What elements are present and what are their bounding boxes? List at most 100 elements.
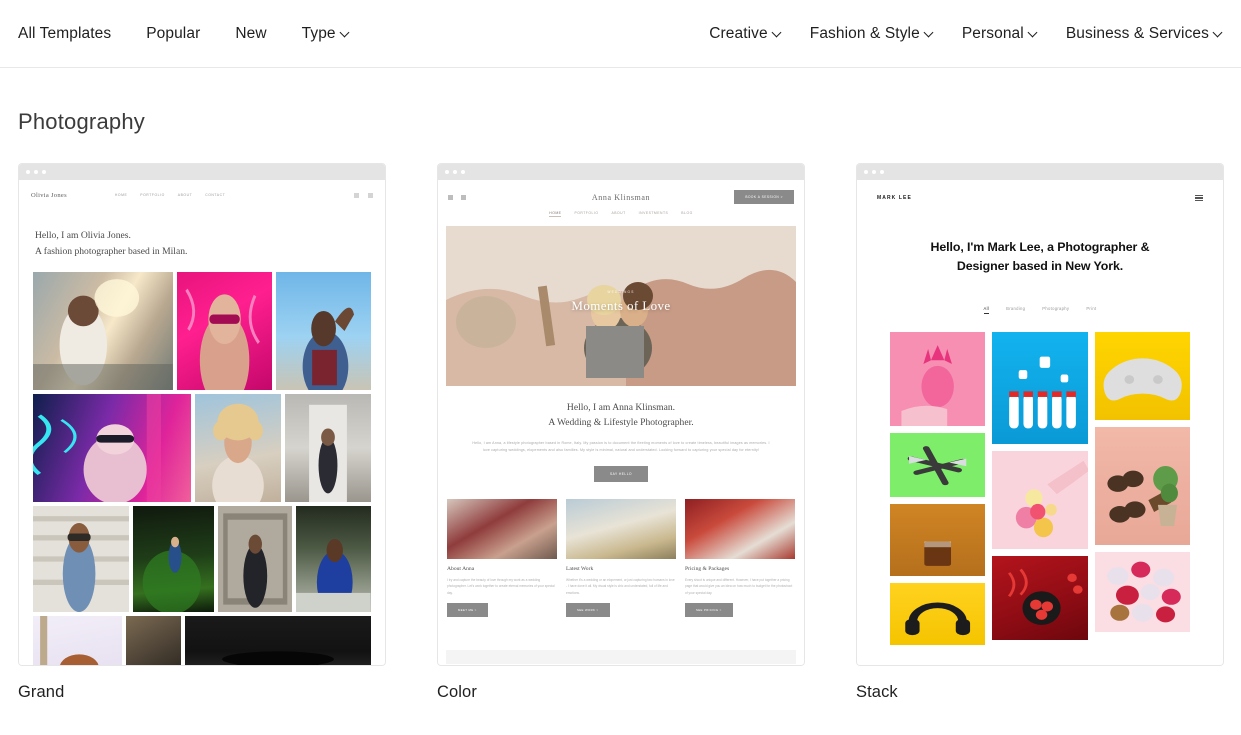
nav-item-new[interactable]: New — [235, 25, 266, 43]
mosaic-photo — [125, 615, 181, 665]
mosaic-row — [33, 271, 371, 390]
page-title: Photography — [18, 109, 145, 134]
about-heading-line-2: A Wedding & Lifestyle Photographer. — [548, 417, 694, 429]
mosaic-row — [33, 393, 371, 502]
nav-item-popular[interactable]: Popular — [146, 25, 200, 43]
nav-item-personal[interactable]: Personal — [962, 25, 1038, 43]
feature-column: About Anna I try and capture the beauty … — [447, 498, 557, 617]
preview-viewport: MARK LEE Hello, I'm Mark Lee, a Photogra… — [857, 180, 1223, 665]
preview-viewport: Olivia Jones HOME PORTFOLIO ABOUT CONTAC… — [19, 180, 385, 665]
portfolio-tile-dragonfruit — [1094, 552, 1190, 633]
hamburger-icon — [1195, 194, 1203, 202]
nav-item-business-services[interactable]: Business & Services — [1066, 25, 1223, 43]
nav-item-creative[interactable]: Creative — [709, 25, 782, 43]
mosaic-photo — [33, 505, 130, 612]
hero-kicker: WEDDINGS — [607, 290, 635, 294]
nav-label: New — [235, 24, 267, 42]
browser-preview-color[interactable]: Anna Klinsman BOOK A SESSION > HOME PORT… — [437, 163, 805, 666]
window-dot — [26, 170, 30, 174]
feature-button: SEE PRICING > — [685, 603, 733, 617]
nav-label: Fashion & Style — [809, 24, 920, 42]
mosaic-photo — [184, 615, 371, 665]
chevron-down-icon — [925, 28, 934, 37]
template-card-stack[interactable]: MARK LEE Hello, I'm Mark Lee, a Photogra… — [856, 163, 1224, 702]
filter-tab-all: All — [983, 306, 990, 315]
feature-title: Latest Work — [566, 565, 594, 572]
portfolio-tile-headphones — [890, 583, 986, 646]
preview-nav-links: HOME PORTFOLIO ABOUT CONTACT — [115, 193, 225, 197]
feature-thumb — [685, 498, 795, 559]
feature-title: Pricing & Packages — [685, 565, 730, 572]
portfolio-tile-pineapple — [890, 332, 986, 427]
preview-nav-link: ABOUT — [177, 193, 193, 197]
nav-item-all-templates[interactable]: All Templates — [18, 25, 111, 43]
chevron-down-icon — [1214, 28, 1223, 37]
preview-hero-text: Hello, I'm Mark Lee, a Photographer & De… — [930, 240, 1150, 274]
search-icon — [368, 192, 373, 198]
mosaic-row — [33, 615, 371, 665]
feature-thumb — [447, 498, 557, 559]
preview-feature-columns: About Anna I try and capture the beauty … — [438, 482, 804, 617]
preview-nav-link: PORTFOLIO — [140, 193, 165, 197]
mosaic-photo — [176, 271, 272, 390]
preview-brand: MARK LEE — [877, 195, 912, 201]
portfolio-tile-strawberries — [992, 556, 1088, 641]
hero-line-1: Hello, I am Olivia Jones. — [35, 230, 131, 241]
preview-portfolio-grid — [857, 314, 1223, 646]
nav-label: Popular — [146, 24, 201, 42]
say-hello-button: SAY HELLO — [594, 465, 648, 482]
feature-title: About Anna — [447, 565, 475, 572]
top-navigation-bar: All Templates Popular New Type Creative … — [0, 0, 1241, 68]
window-dot — [880, 170, 884, 174]
window-dot — [872, 170, 876, 174]
preview-site-nav: Olivia Jones HOME PORTFOLIO ABOUT CONTAC… — [19, 180, 385, 210]
nav-item-fashion-style[interactable]: Fashion & Style — [810, 25, 934, 43]
portfolio-column — [890, 332, 986, 646]
preview-photo-mosaic — [19, 260, 385, 665]
preview-hero-image: WEDDINGS Moments of Love — [446, 226, 796, 386]
preview-nav-link: HOME — [114, 193, 128, 197]
feature-thumb — [566, 498, 676, 559]
nav-item-type[interactable]: Type — [302, 25, 350, 43]
portfolio-column — [1094, 332, 1190, 645]
template-card-color[interactable]: Anna Klinsman BOOK A SESSION > HOME PORT… — [437, 163, 805, 702]
feature-column: Latest Work Whether it's a wedding or an… — [566, 498, 676, 617]
window-dot — [864, 170, 868, 174]
window-dot — [453, 170, 457, 174]
window-dot — [42, 170, 46, 174]
mosaic-photo — [133, 505, 214, 612]
filter-tab-branding: Branding — [1006, 306, 1026, 312]
preview-site-nav: MARK LEE — [857, 180, 1223, 216]
template-name-stack[interactable]: Stack — [856, 666, 1224, 702]
mosaic-photo — [33, 393, 192, 502]
mosaic-photo — [275, 271, 371, 390]
feature-button: SEE WORK > — [566, 603, 610, 617]
primary-nav-group: All Templates Popular New Type — [18, 25, 350, 43]
nav-label: All Templates — [18, 24, 112, 42]
template-grid: Olivia Jones HOME PORTFOLIO ABOUT CONTAC… — [0, 135, 1241, 702]
preview-brand: Olivia Jones — [31, 191, 67, 199]
preview-nav-link: CONTACT — [205, 193, 226, 197]
browser-preview-grand[interactable]: Olivia Jones HOME PORTFOLIO ABOUT CONTAC… — [18, 163, 386, 666]
preview-hero-text: Hello, I am Olivia Jones. A fashion phot… — [19, 210, 385, 260]
mosaic-photo — [285, 393, 371, 502]
portfolio-tile-citrus — [992, 451, 1088, 550]
window-dot — [461, 170, 465, 174]
portfolio-tile-bowling — [992, 332, 1088, 445]
template-card-grand[interactable]: Olivia Jones HOME PORTFOLIO ABOUT CONTAC… — [18, 163, 386, 702]
mosaic-photo — [33, 271, 173, 390]
portfolio-tile-gamepad — [1094, 332, 1190, 421]
preview-site-nav: Anna Klinsman BOOK A SESSION > — [438, 180, 804, 214]
hero-line-2: A fashion photographer based in Milan. — [35, 245, 188, 257]
template-name-grand[interactable]: Grand — [18, 666, 386, 702]
chevron-down-icon — [1029, 28, 1038, 37]
window-dot — [34, 170, 38, 174]
mosaic-photo — [33, 615, 122, 665]
template-name-color[interactable]: Color — [437, 666, 805, 702]
browser-chrome-bar — [857, 164, 1223, 180]
browser-preview-stack[interactable]: MARK LEE Hello, I'm Mark Lee, a Photogra… — [856, 163, 1224, 666]
chevron-down-icon — [341, 28, 350, 37]
browser-chrome-bar — [19, 164, 385, 180]
mosaic-row — [33, 505, 371, 612]
cart-icon — [354, 192, 359, 198]
